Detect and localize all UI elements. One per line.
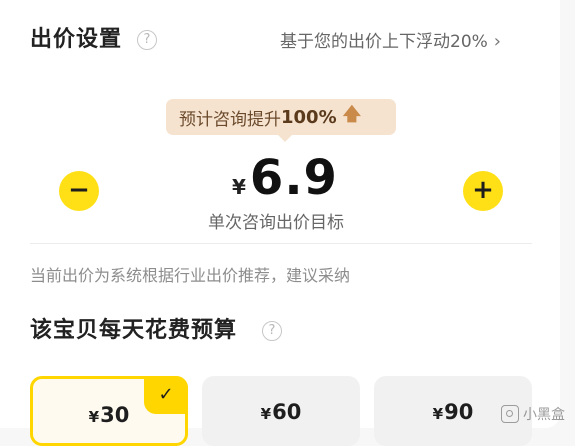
question-circle-icon[interactable]: ? [137, 30, 157, 50]
float-range-link[interactable]: 基于您的出价上下浮动20% › [280, 30, 501, 54]
currency-symbol: ¥ [432, 405, 444, 423]
currency-symbol: ¥ [232, 175, 246, 199]
budget-amount-value: 60 [272, 400, 302, 424]
chevron-right-icon: › [493, 31, 501, 52]
price-value: 6.9 [249, 150, 338, 206]
budget-option-60[interactable]: ¥60 [202, 376, 360, 446]
check-icon: ✓ [144, 376, 188, 414]
float-range-text: 基于您的出价上下浮动20% [280, 32, 488, 52]
daily-budget-title: 该宝贝每天花费预算 [30, 318, 238, 343]
question-circle-icon[interactable]: ? [262, 321, 282, 341]
forecast-bubble-tail [277, 134, 293, 142]
bid-settings-card: 出价设置 ? 基于您的出价上下浮动20% › 预计咨询提升 100% 🡅 − +… [0, 0, 560, 446]
watermark-text: 小黑盒 [523, 407, 565, 423]
divider [30, 243, 532, 244]
bid-settings-title: 出价设置 [30, 27, 123, 52]
increase-price-button[interactable]: + [463, 171, 503, 211]
currency-symbol: ¥ [260, 405, 272, 423]
decrease-price-button[interactable]: − [59, 171, 99, 211]
currency-symbol: ¥ [88, 408, 100, 426]
forecast-prefix: 预计咨询提升 [179, 109, 281, 130]
budget-amount: ¥60 [202, 400, 360, 424]
watermark: 小黑盒 [501, 404, 565, 424]
xiaoheihe-logo-icon [501, 405, 519, 423]
budget-option-30[interactable]: ¥30 ✓ [30, 376, 188, 446]
recommendation-hint: 当前出价为系统根据行业出价推荐，建议采纳 [30, 266, 351, 285]
price-display[interactable]: ¥ 6.9 [232, 150, 338, 206]
budget-amount-value: 30 [100, 403, 130, 427]
forecast-percent: 100% [281, 106, 337, 128]
forecast-bubble: 预计咨询提升 100% 🡅 [166, 99, 396, 135]
price-caption: 单次咨询出价目标 [208, 213, 344, 233]
budget-amount-value: 90 [444, 400, 474, 424]
arrow-up-icon: 🡅 [342, 104, 362, 125]
